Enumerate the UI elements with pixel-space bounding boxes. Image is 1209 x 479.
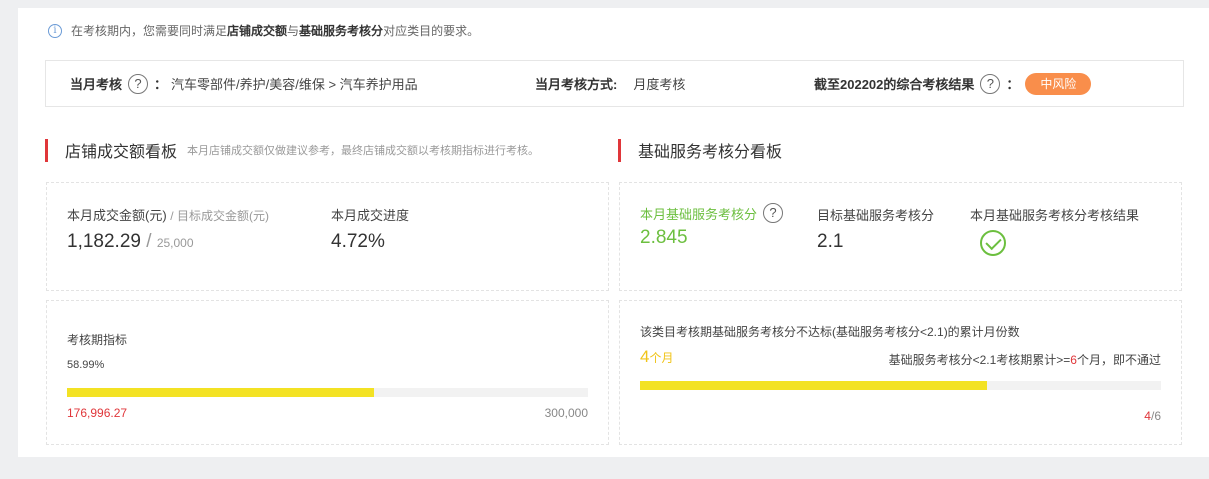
fail-title: 该类目考核期基础服务考核分不达标(基础服务考核分<2.1)的累计月份数 xyxy=(640,325,1020,339)
period-percent: 58.99% xyxy=(67,359,105,371)
gmv-target-label: / 目标成交金额(元) xyxy=(170,209,269,223)
notice-bold-shop: 店铺成交额 xyxy=(227,24,288,38)
gmv-value: 1,182.29 xyxy=(67,231,141,252)
result-label: 截至202202的综合考核结果 xyxy=(814,77,975,92)
period-label: 考核期指标 xyxy=(67,333,128,347)
assessment-summary-bar: 当月考核 ? ： 汽车零部件/养护/美容/维保 > 汽车养护用品 当月考核方式:… xyxy=(45,60,1184,107)
gmv-value-row: 1,182.29 / 25,000 xyxy=(67,231,269,253)
gmv-separator: / xyxy=(146,231,152,252)
assessment-method: 当月考核方式: 月度考核 xyxy=(535,61,685,106)
gmv-block: 本月成交金额(元) / 目标成交金额(元) 1,182.29 / 25,000 xyxy=(67,205,269,253)
help-icon[interactable]: ? xyxy=(763,203,784,223)
service-monthly-card: 本月基础服务考核分? 2.845 目标基础服务考核分 2.1 本月基础服务考核分… xyxy=(619,182,1182,291)
period-progress-bar xyxy=(67,388,588,397)
gmv-label-text: 本月成交金额(元) xyxy=(67,208,167,223)
service-section-title: 基础服务考核分看板 xyxy=(638,144,783,161)
bottom-gutter xyxy=(18,457,1209,479)
target-score-label: 目标基础服务考核分 xyxy=(817,208,935,223)
fail-total: /6 xyxy=(1150,409,1161,423)
method-label: 当月考核方式: xyxy=(535,77,618,92)
service-period-card: 该类目考核期基础服务考核分不达标(基础服务考核分<2.1)的累计月份数 4个月 … xyxy=(619,300,1182,445)
shop-section-title: 店铺成交额看板 xyxy=(65,144,178,161)
rule-prefix: 基础服务考核分<2.1考核期累计>= xyxy=(888,353,1071,367)
notice-bar: i 在考核期内，您需要同时满足 店铺成交额与基础服务考核分 对应类目的要求。 xyxy=(48,22,479,39)
notice-bold-service: 基础服务考核分 xyxy=(299,24,384,38)
service-section-header: 基础服务考核分看板 xyxy=(618,138,782,162)
period-progress-fill xyxy=(67,388,375,397)
notice-prefix: 在考核期内，您需要同时满足 xyxy=(71,24,228,38)
period-target: 300,000 xyxy=(544,406,588,420)
category-path: 汽车零部件/养护/美容/维保 > 汽车养护用品 xyxy=(171,77,418,92)
notice-mid: 与 xyxy=(287,24,300,38)
help-icon[interactable]: ? xyxy=(128,73,149,94)
section-accent-bar xyxy=(618,138,621,162)
shop-period-card: 考核期指标 58.99% 176,996.27 300,000 xyxy=(46,300,609,445)
fail-rule: 基础服务考核分<2.1考核期累计>=6个月，即不通过 xyxy=(889,351,1161,368)
info-icon: i xyxy=(48,23,62,38)
score-value: 2.845 xyxy=(640,227,688,248)
colon: ： xyxy=(154,77,168,92)
target-score-value: 2.1 xyxy=(817,231,844,252)
result-block: 本月基础服务考核分考核结果 xyxy=(970,205,1139,256)
shop-monthly-card: 本月成交金额(元) / 目标成交金额(元) 1,182.29 / 25,000 … xyxy=(46,182,609,291)
progress-block: 本月成交进度 4.72% xyxy=(331,205,409,253)
score-block: 本月基础服务考核分? 2.845 xyxy=(640,203,789,249)
fail-progress-fill xyxy=(640,381,988,390)
shop-section-subtitle: 本月店铺成交额仅做建议参考，最终店铺成交额以考核期指标进行考核。 xyxy=(187,145,540,157)
fail-current: 4 xyxy=(1144,409,1151,423)
result-colon: ： xyxy=(1006,77,1020,92)
page-panel: i 在考核期内，您需要同时满足 店铺成交额与基础服务考核分 对应类目的要求。 当月考… xyxy=(18,8,1209,457)
month-assessment: 当月考核 ? ： 汽车零部件/养护/美容/维保 > 汽车养护用品 xyxy=(70,61,418,106)
shop-section-header: 店铺成交额看板 本月店铺成交额仅做建议参考，最终店铺成交额以考核期指标进行考核。 xyxy=(45,138,539,162)
month-result-label: 本月基础服务考核分考核结果 xyxy=(970,208,1140,223)
score-label-row: 本月基础服务考核分? xyxy=(640,203,789,223)
rule-count: 6 xyxy=(1070,353,1077,367)
fail-count-row: 4个月 xyxy=(640,347,673,367)
method-value: 月度考核 xyxy=(633,77,686,92)
fail-ratio: 4/6 xyxy=(1144,409,1161,423)
risk-badge: 中风险 xyxy=(1025,72,1092,95)
gmv-target-value: 25,000 xyxy=(156,236,194,250)
help-icon[interactable]: ? xyxy=(980,73,1001,94)
overall-result: 截至202202的综合考核结果 ? ： 中风险 xyxy=(814,61,1092,106)
gmv-label: 本月成交金额(元) / 目标成交金额(元) xyxy=(67,205,269,224)
score-label: 本月基础服务考核分 xyxy=(640,206,758,222)
section-accent-bar xyxy=(45,138,48,162)
rule-suffix: 个月，即不通过 xyxy=(1076,353,1161,367)
check-circle-icon xyxy=(980,230,1006,256)
period-current: 176,996.27 xyxy=(67,406,128,420)
fail-unit: 个月 xyxy=(649,351,674,365)
notice-suffix: 对应类目的要求。 xyxy=(383,24,480,38)
progress-value: 4.72% xyxy=(331,231,385,252)
target-score-block: 目标基础服务考核分 2.1 xyxy=(817,205,934,253)
progress-label: 本月成交进度 xyxy=(331,208,410,223)
month-assessment-label: 当月考核 xyxy=(70,77,123,92)
fail-progress-bar xyxy=(640,381,1161,390)
